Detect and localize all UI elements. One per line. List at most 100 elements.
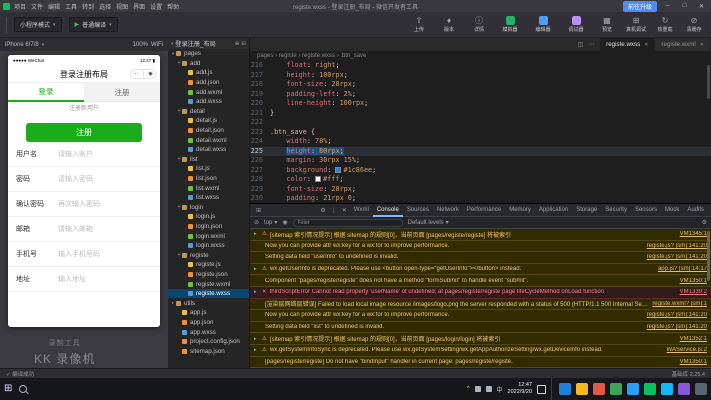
tree-item[interactable]: registe.js [168,260,249,270]
code-line[interactable]: 227 background: #1c86ee; [250,166,711,176]
tree-item[interactable]: ▾ login [168,203,249,213]
more-menu-icon[interactable]: ⋮ [331,207,337,214]
tree-item[interactable]: detail.wxss [168,145,249,155]
field-input[interactable]: 输入地址 [58,274,86,284]
library-version[interactable]: 基础库 2.25.4 [672,370,705,378]
code-line[interactable]: 225 height: 80rpx; [250,147,711,157]
context-select[interactable]: top ▾ [264,219,277,226]
console-message[interactable]: Setting data field "list" to undefined i… [250,322,711,334]
tree-item[interactable]: ▾ registe [168,250,249,260]
eye-icon[interactable]: ◉ [282,219,287,226]
tree-item[interactable]: list.json [168,174,249,184]
code-editor[interactable]: 216 float: right; 217 height: 100rpx; 21… [250,61,711,203]
code-line[interactable]: 218 font-size: 28rpx; [250,80,711,90]
source-link[interactable]: VM1345:1 [680,231,707,237]
menu-item[interactable]: 帮助 [167,2,179,11]
toolbar-button[interactable]: ♦ 版本 [438,17,460,33]
tree-item[interactable]: detail.js [168,116,249,126]
tree-item[interactable]: add.wxss [168,97,249,107]
volume-icon[interactable] [486,386,492,392]
devtools-tab[interactable]: Performance [463,204,505,217]
tree-item[interactable]: detail.wxml [168,135,249,145]
expand-arrow-icon[interactable]: ▸ [254,347,259,353]
console-message[interactable]: Setting data field "userInfo" to undefin… [250,252,711,264]
console-message[interactable]: Now you can provide attr wx:key for a wx… [250,310,711,322]
tree-item[interactable]: add.js [168,68,249,78]
mode-select[interactable]: 小程序模式 ▾ [14,17,62,32]
tree-item[interactable]: add.json [168,78,249,88]
close-tab-icon[interactable]: ✕ [644,42,648,48]
editor-tab[interactable]: registe.wxml ✕ [655,38,711,51]
tree-item[interactable]: app.json [168,318,249,328]
log-levels-select[interactable]: Default levels ▾ [408,219,449,226]
code-line[interactable]: 220 line-height: 100rpx; [250,99,711,109]
menu-item[interactable]: 选择 [99,2,111,11]
taskbar-app-icon[interactable] [678,383,690,395]
tree-item[interactable]: ▸ utils [168,298,249,308]
console-message[interactable]: ▸ ⚠ wx.getSystemInfoSync is deprecated. … [250,345,711,357]
editor-scrollbar[interactable] [707,65,710,99]
menu-item[interactable]: 工具 [65,2,77,11]
source-link[interactable]: VM1350:1 [680,359,707,365]
taskbar-app-icon[interactable] [644,383,656,395]
field-input[interactable]: 请输入邮箱 [58,224,93,234]
menu-item[interactable]: 视图 [116,2,128,11]
record-icon[interactable]: ◉ [148,71,152,77]
close-tab-icon[interactable]: ✕ [700,42,704,48]
console-message[interactable]: [pages/registe/registe] Do not have "bin… [250,357,711,368]
console-message[interactable]: ▸ ✕ thirdScriptError Cannot read propert… [250,287,711,299]
devtools-tab[interactable]: Sensors [631,204,661,217]
code-line[interactable]: 219 padding-left: 2%; [250,90,711,100]
devtools-tab[interactable]: Storage [572,204,601,217]
code-line[interactable]: 223 .btn_save { [250,128,711,138]
tree-item[interactable]: app.js [168,308,249,318]
devtools-tab[interactable]: Sources [403,204,433,217]
search-icon[interactable] [19,385,27,393]
compile-select[interactable]: ▶ 普通编译 ▾ [69,17,118,32]
minimize-button[interactable]: ─ [661,3,674,9]
field-input[interactable]: 请输入密码 [58,174,93,184]
source-link[interactable]: registe.js? [sm]:141:20 [647,312,707,318]
panel-toggle-button[interactable]: 调试器 [563,16,589,33]
taskbar-app-icon[interactable] [610,383,622,395]
console-scrollbar[interactable] [707,231,710,281]
source-link[interactable]: registe.wxml? [sm]:1 [652,301,707,307]
tray-expand-icon[interactable]: ^ [467,386,470,392]
editor-tab[interactable]: registe.wxss ✕ [600,38,655,51]
taskbar-app-icon[interactable] [661,383,673,395]
code-line[interactable]: 230 padding: 21rpx 0; [250,194,711,203]
inspect-device-icon[interactable]: ⊞ [253,207,264,214]
taskbar-app-icon[interactable] [695,383,707,395]
field-input[interactable]: 请输入账户 [58,149,93,159]
tree-item[interactable]: ▾ add [168,59,249,69]
devtools-tab[interactable]: Security [601,204,631,217]
tab[interactable]: 登录 [8,83,84,102]
menu-item[interactable]: 设置 [150,2,162,11]
tree-item[interactable]: list.wxml [168,183,249,193]
tree-item[interactable]: detail.json [168,126,249,136]
console-message[interactable]: Now you can provide attr wx:key for a wx… [250,241,711,253]
console-message[interactable]: Component "pages/registe/registe" does n… [250,275,711,287]
more-icon[interactable]: ⋯ [133,71,138,77]
menu-item[interactable]: 编辑 [48,2,60,11]
menu-item[interactable]: 文件 [31,2,43,11]
menu-item[interactable]: 界面 [133,2,145,11]
tree-item[interactable]: project.config.json [168,337,249,347]
toolbar-button[interactable]: ⊞ 真机调试 [625,17,647,33]
expand-arrow-icon[interactable]: ▸ [254,289,259,295]
source-link[interactable]: app.js? [sm]:14:17 [658,266,707,272]
more-actions-icon[interactable]: ⋯ [588,41,594,48]
device-select[interactable]: iPhone 6/7/8 [5,42,39,48]
taskbar-app-icon[interactable] [576,383,588,395]
capsule-buttons[interactable]: ⋯ ◉ [130,69,156,79]
code-line[interactable]: 216 float: right; [250,61,711,71]
tree-item[interactable]: login.json [168,222,249,232]
devtools-tab[interactable]: Wxml [350,204,373,217]
source-link[interactable]: VM1339:2 [680,289,707,295]
console-message[interactable]: ▸ ⚠ [sitemap 索引情况提示] 根据 sitemap 的规则[0]，当… [250,229,711,241]
menu-item[interactable]: 项目 [14,2,26,11]
new-file-icon[interactable]: ⊕ [235,41,240,47]
tree-item[interactable]: login.js [168,212,249,222]
expand-arrow-icon[interactable]: ▸ [254,336,259,342]
devtools-tab[interactable]: Network [433,204,463,217]
